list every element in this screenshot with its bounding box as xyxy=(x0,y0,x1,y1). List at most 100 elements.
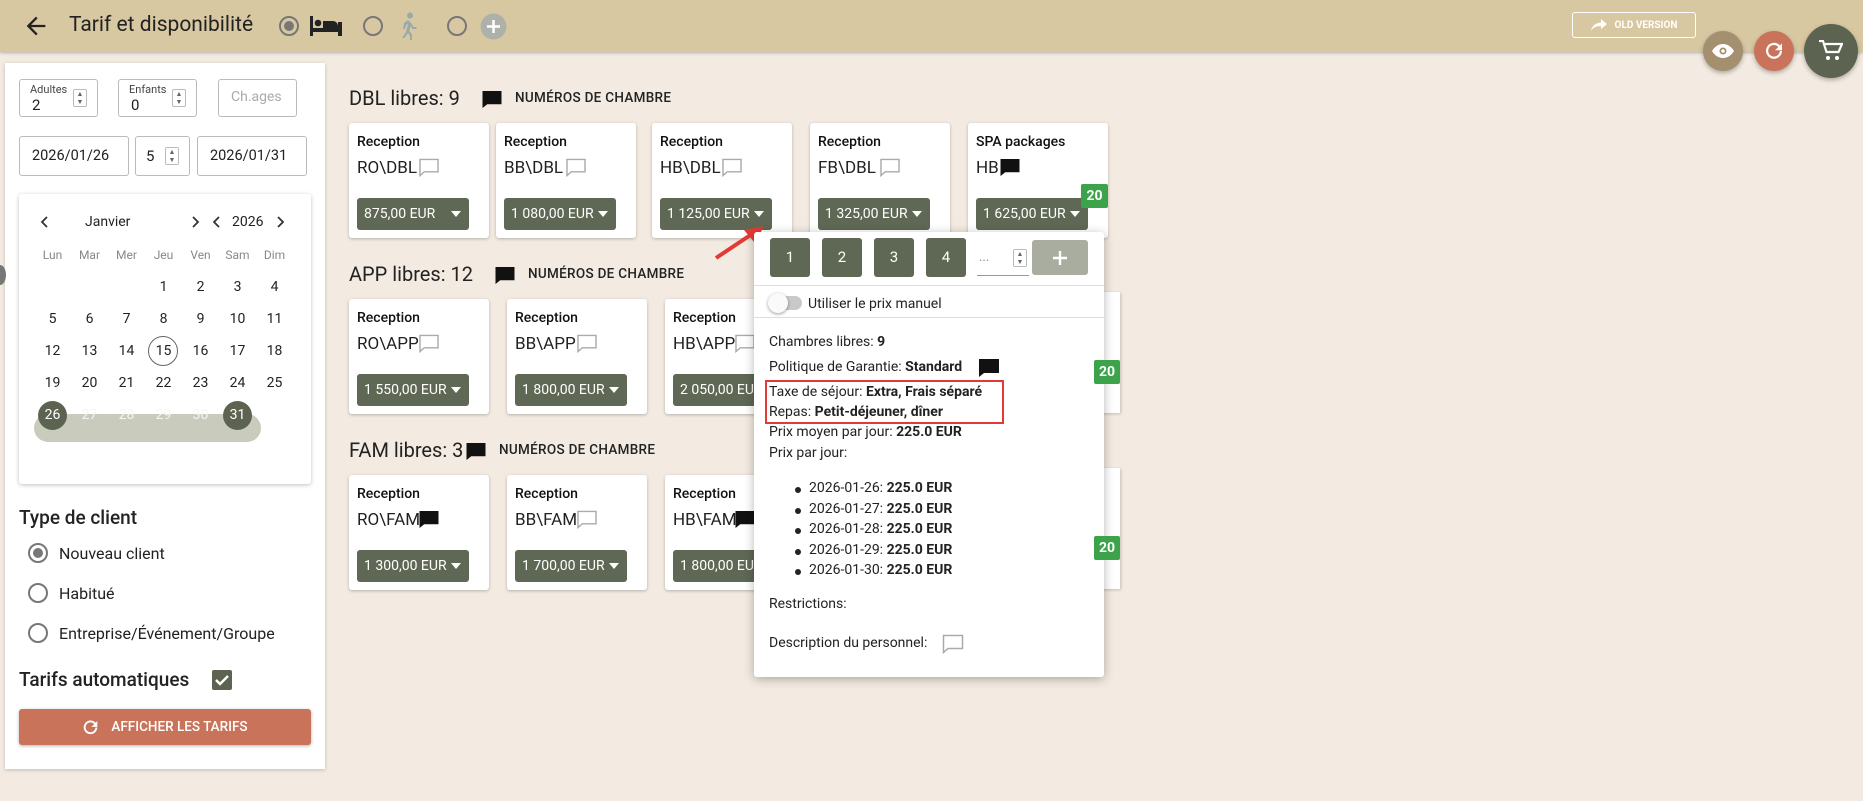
children-field[interactable]: Enfants 0 ▲ ▼ xyxy=(118,79,197,117)
show-rates-button[interactable]: AFFICHER LES TARIFS xyxy=(19,709,311,745)
per-day-price: 225.0 EUR xyxy=(886,480,953,496)
rate-price-dropdown[interactable]: 1 800,00 EUR xyxy=(515,374,627,406)
dropdown-caret-icon xyxy=(609,563,619,569)
adults-stepper-icon[interactable]: ▲ ▼ xyxy=(73,89,87,107)
restrictions-label: Restrictions: xyxy=(769,596,847,612)
room-numbers-button[interactable]: NUMÉROS DE CHAMBRE xyxy=(528,266,684,282)
manual-price-toggle[interactable] xyxy=(768,293,802,313)
calendar-day[interactable]: 15 xyxy=(145,336,182,366)
calendar-day[interactable]: 23 xyxy=(182,368,219,398)
qty-stepper-icon[interactable]: ▲ ▼ xyxy=(1013,248,1027,267)
auto-rates-checkbox[interactable] xyxy=(212,670,232,690)
refresh-button[interactable] xyxy=(1754,31,1794,71)
room-type-comment-icon[interactable] xyxy=(494,266,516,285)
rate-comment-icon[interactable] xyxy=(879,158,901,177)
calendar-day[interactable]: 11 xyxy=(256,304,293,334)
child-ages-input[interactable]: Ch.ages xyxy=(218,79,297,117)
calendar-day[interactable]: 19 xyxy=(34,368,71,398)
calendar-day[interactable]: 17 xyxy=(219,336,256,366)
range-day[interactable]: 30 xyxy=(182,401,219,429)
qty-button-1[interactable]: 1 xyxy=(770,238,810,277)
calendar-day[interactable]: 24 xyxy=(219,368,256,398)
room-type-comment-icon[interactable] xyxy=(481,90,503,109)
calendar-day[interactable]: 9 xyxy=(182,304,219,334)
rate-price-dropdown[interactable]: 1 325,00 EUR xyxy=(818,198,930,230)
next-year-icon[interactable] xyxy=(275,216,285,228)
weekday-label: Jeu xyxy=(153,248,174,262)
date-to-input[interactable]: 2026/01/31 xyxy=(197,136,307,176)
calendar-day[interactable]: 14 xyxy=(108,336,145,366)
mode-radio-add[interactable] xyxy=(447,16,467,36)
preview-button[interactable] xyxy=(1703,31,1743,71)
calendar-month[interactable]: Janvier xyxy=(85,214,185,230)
qty-button-3[interactable]: 3 xyxy=(874,238,914,277)
qty-button-2[interactable]: 2 xyxy=(822,238,862,277)
cart-button[interactable] xyxy=(1804,24,1858,78)
rate-comment-icon[interactable] xyxy=(999,158,1021,177)
range-day[interactable]: 29 xyxy=(145,401,182,429)
date-from-input[interactable]: 2026/01/26 xyxy=(19,136,129,176)
range-start-day[interactable]: 26 xyxy=(38,401,67,430)
room-numbers-button[interactable]: NUMÉROS DE CHAMBRE xyxy=(515,90,671,106)
qty-button-4[interactable]: 4 xyxy=(926,238,966,277)
calendar-day[interactable]: 2 xyxy=(182,272,219,302)
calendar-day[interactable]: 16 xyxy=(182,336,219,366)
old-version-button[interactable]: OLD VERSION xyxy=(1572,12,1696,38)
rate-comment-icon[interactable] xyxy=(418,158,440,177)
nights-stepper-icon[interactable]: ▲ ▼ xyxy=(165,147,179,165)
calendar-day[interactable]: 21 xyxy=(108,368,145,398)
weekday-label: Lun xyxy=(42,248,63,262)
add-to-cart-button[interactable] xyxy=(1032,240,1088,275)
calendar-day[interactable]: 22 xyxy=(145,368,182,398)
calendar-day[interactable]: 7 xyxy=(108,304,145,334)
rate-price-dropdown[interactable]: 1 300,00 EUR xyxy=(357,550,469,582)
calendar-day[interactable]: 6 xyxy=(71,304,108,334)
rate-comment-icon[interactable] xyxy=(576,334,598,353)
rate-comment-icon[interactable] xyxy=(734,510,756,529)
room-type-comment-icon[interactable] xyxy=(465,442,487,461)
calendar-day[interactable]: 12 xyxy=(34,336,71,366)
calendar-day[interactable]: 4 xyxy=(256,272,293,302)
calendar-day[interactable]: 3 xyxy=(219,272,256,302)
guarantee-comment-icon[interactable] xyxy=(978,358,1000,378)
rate-comment-icon[interactable] xyxy=(734,334,756,353)
adults-field[interactable]: Adultes 2 ▲ ▼ xyxy=(19,79,98,117)
rate-comment-icon[interactable] xyxy=(418,334,440,353)
mode-radio-bed[interactable] xyxy=(279,16,299,36)
mode-radio-walk[interactable] xyxy=(363,16,383,36)
qty-input[interactable]: ... ▲ ▼ xyxy=(977,240,1029,276)
calendar-day[interactable]: 13 xyxy=(71,336,108,366)
prev-year-icon[interactable] xyxy=(212,216,222,228)
calendar-day[interactable]: 8 xyxy=(145,304,182,334)
rate-comment-icon[interactable] xyxy=(565,158,587,177)
room-numbers-button[interactable]: NUMÉROS DE CHAMBRE xyxy=(499,442,655,458)
calendar-day[interactable]: 1 xyxy=(145,272,182,302)
rate-price-dropdown[interactable]: 1 550,00 EUR xyxy=(357,374,469,406)
nights-input[interactable]: 5 ▲ ▼ xyxy=(135,136,190,176)
range-day[interactable]: 27 xyxy=(71,401,108,429)
calendar-day[interactable]: 18 xyxy=(256,336,293,366)
rate-comment-icon[interactable] xyxy=(418,510,440,529)
client-type-radio-regular[interactable] xyxy=(28,583,48,603)
children-stepper-icon[interactable]: ▲ ▼ xyxy=(172,89,186,107)
staff-comment-icon[interactable] xyxy=(942,634,964,654)
prev-month-icon[interactable] xyxy=(40,216,50,228)
client-type-radio-new[interactable] xyxy=(28,543,48,563)
rate-price-dropdown[interactable]: 875,00 EUR xyxy=(357,198,469,230)
client-type-radio-company[interactable] xyxy=(28,623,48,643)
range-end-day[interactable]: 31 xyxy=(223,401,252,430)
rate-price-dropdown[interactable]: 1 080,00 EUR xyxy=(504,198,616,230)
per-day-item: 2026-01-26: 225.0 EUR xyxy=(794,480,953,496)
rate-price-dropdown[interactable]: 1 625,00 EUR xyxy=(976,198,1088,230)
rate-comment-icon[interactable] xyxy=(721,158,743,177)
calendar-day[interactable]: 20 xyxy=(71,368,108,398)
calendar-year[interactable]: 2026 xyxy=(232,214,263,230)
calendar-day[interactable]: 10 xyxy=(219,304,256,334)
calendar-day[interactable]: 5 xyxy=(34,304,71,334)
calendar-day[interactable]: 25 xyxy=(256,368,293,398)
back-arrow-icon[interactable] xyxy=(22,12,50,40)
next-month-icon[interactable] xyxy=(190,216,200,228)
range-day[interactable]: 28 xyxy=(108,401,145,429)
rate-comment-icon[interactable] xyxy=(576,510,598,529)
rate-price-dropdown[interactable]: 1 700,00 EUR xyxy=(515,550,627,582)
